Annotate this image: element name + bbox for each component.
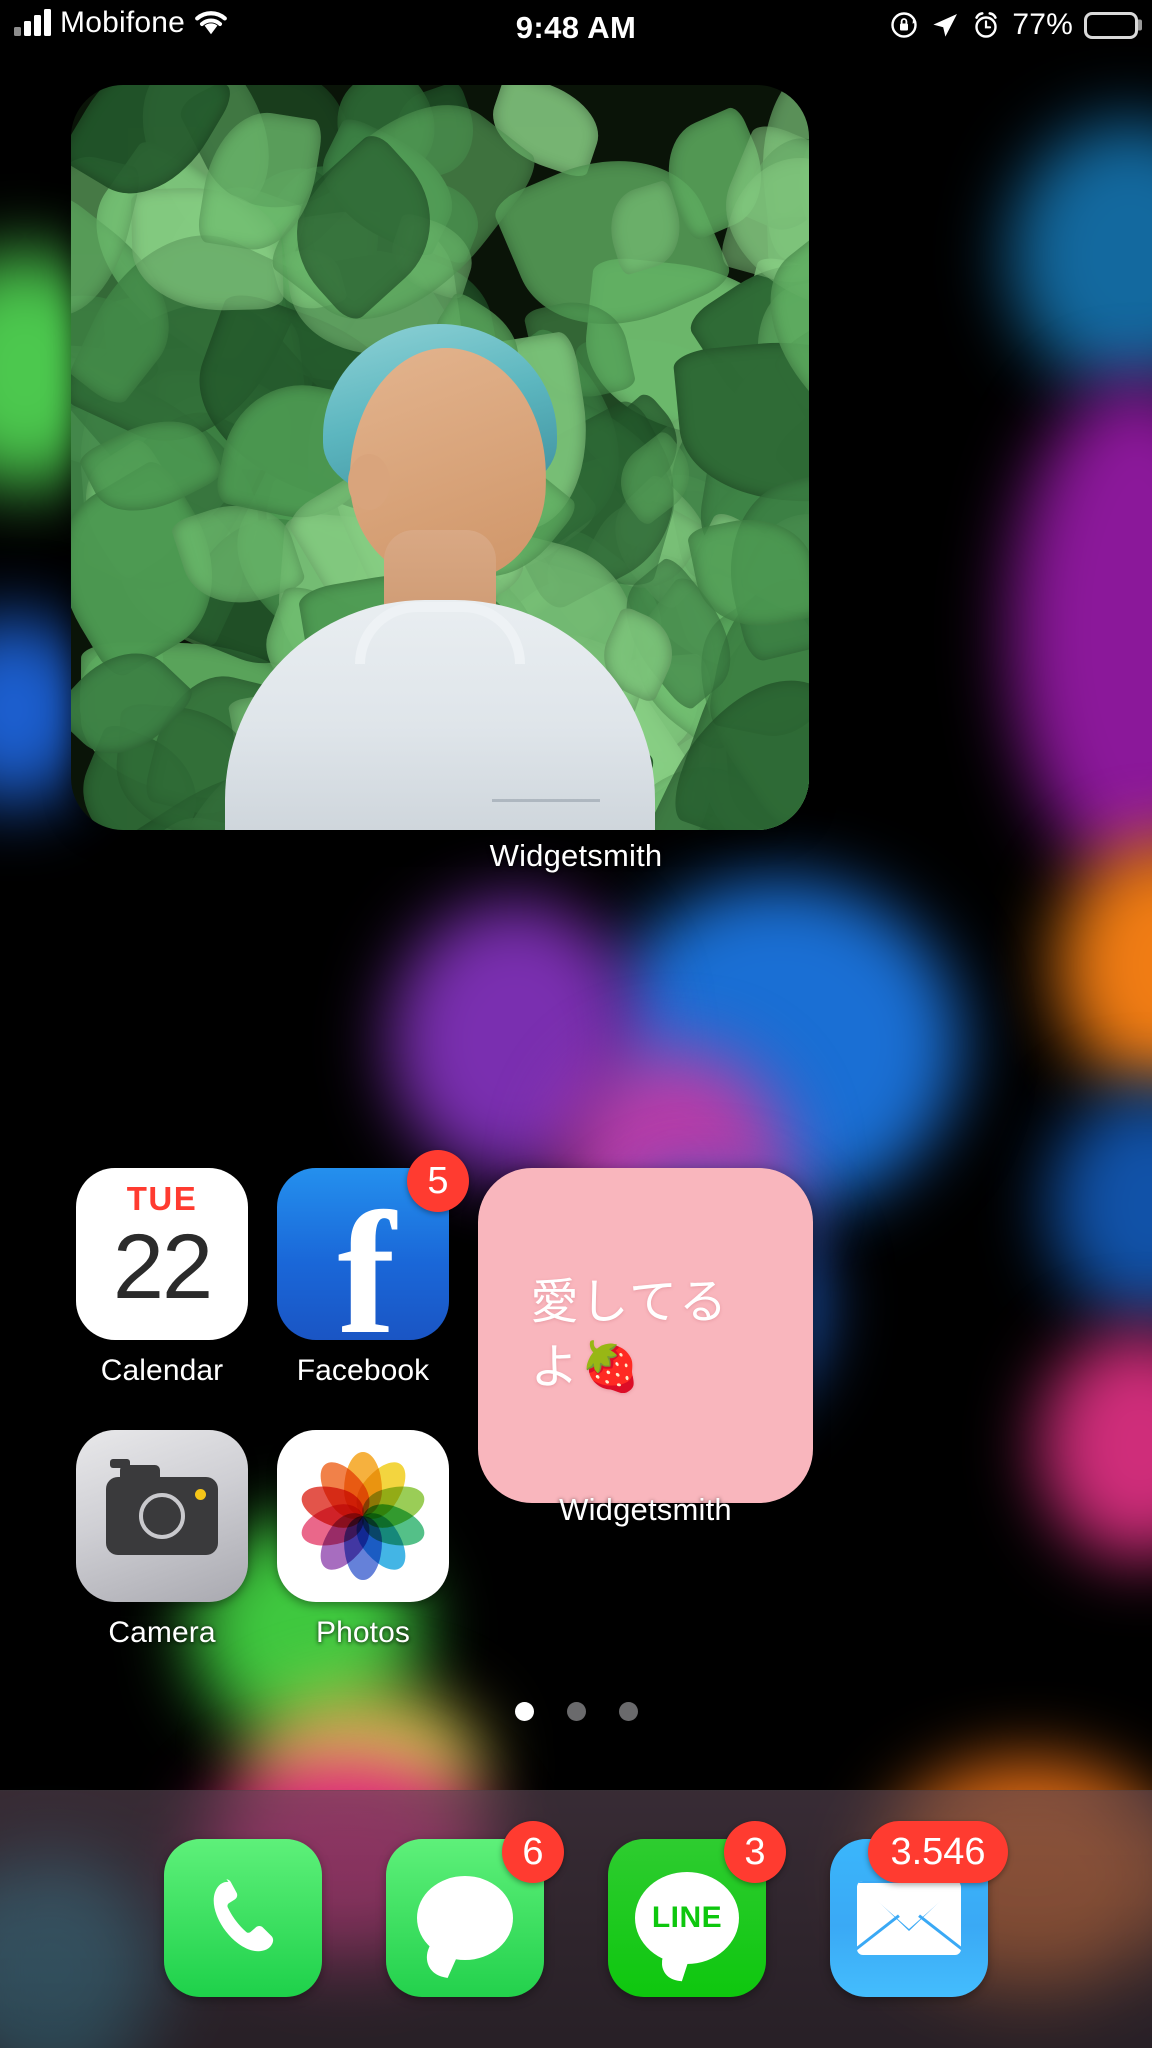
widget-pink-note[interactable]: 愛してる よ🍓 (478, 1168, 813, 1503)
calendar-day-of-week: TUE (126, 1180, 198, 1217)
phone-icon[interactable] (164, 1839, 322, 1997)
message-bubble-glyph (417, 1876, 513, 1960)
widget-pink-text: 愛してる よ🍓 (531, 1271, 761, 1400)
dock-app-line[interactable]: LINE 3 (608, 1821, 786, 1997)
status-bar: Mobifone 9:48 AM 77% (0, 0, 1152, 62)
bokeh-blue-top-right (1010, 120, 1152, 390)
battery-percentage: 77% (1012, 8, 1073, 41)
facebook-f-glyph: f (337, 1176, 396, 1341)
calendar-day-number: 22 (112, 1216, 213, 1318)
app-calendar[interactable]: TUE 22 Calendar (76, 1168, 248, 1388)
app-label-camera: Camera (108, 1616, 216, 1649)
app-camera[interactable]: Camera (76, 1430, 248, 1650)
bokeh-pink-right-low (1040, 1330, 1152, 1560)
alarm-clock-icon (975, 12, 998, 38)
app-photos[interactable]: Photos (277, 1430, 449, 1650)
dock-app-messages[interactable]: 6 (386, 1821, 564, 1997)
badge-messages: 6 (502, 1821, 564, 1883)
dock-app-phone[interactable] (164, 1839, 322, 1997)
widget-pink-line-1: 愛してる (530, 1276, 730, 1330)
line-bubble-glyph: LINE (635, 1872, 739, 1964)
line-wordmark: LINE (651, 1901, 723, 1934)
envelope-glyph (857, 1881, 961, 1955)
bokeh-orange-right (1058, 840, 1152, 1090)
page-dot-1[interactable] (514, 1702, 534, 1721)
widget-photo[interactable] (71, 85, 809, 830)
home-screen: Mobifone 9:48 AM 77% Widgetsmith TUE 22 … (0, 0, 1152, 2048)
app-label-facebook: Facebook (296, 1354, 430, 1387)
status-bar-right: 77% (889, 8, 1142, 42)
page-dot-3[interactable] (618, 1702, 638, 1721)
photos-icon[interactable] (277, 1430, 449, 1602)
app-facebook[interactable]: f 5 Facebook (277, 1150, 469, 1388)
widget-photo-image (71, 85, 809, 830)
badge-mail: 3.546 (868, 1821, 1008, 1883)
location-arrow-icon (933, 14, 958, 37)
bokeh-blue-right-mid (1050, 1090, 1152, 1320)
battery-icon (1084, 11, 1142, 39)
widget-photo-label: Widgetsmith (489, 838, 663, 873)
page-dot-2[interactable] (566, 1702, 586, 1721)
app-label-calendar: Calendar (100, 1354, 224, 1387)
badge-facebook: 5 (407, 1150, 469, 1212)
widget-pink-label: Widgetsmith (559, 1492, 732, 1527)
phone-handset-glyph (213, 1879, 274, 1952)
page-dots[interactable] (0, 1702, 1152, 1721)
person-ear (348, 454, 390, 510)
dock: 6 LINE 3 3.546 (0, 1790, 1152, 2048)
widget-pink-line-2: よ🍓 (530, 1340, 643, 1394)
app-label-photos: Photos (316, 1616, 410, 1649)
dock-app-mail[interactable]: 3.546 (830, 1821, 1008, 1997)
calendar-icon[interactable]: TUE 22 (76, 1168, 248, 1340)
badge-line: 3 (724, 1821, 786, 1883)
rotation-lock-icon (891, 12, 918, 38)
camera-icon[interactable] (76, 1430, 248, 1602)
bokeh-purple-right (1012, 380, 1152, 880)
